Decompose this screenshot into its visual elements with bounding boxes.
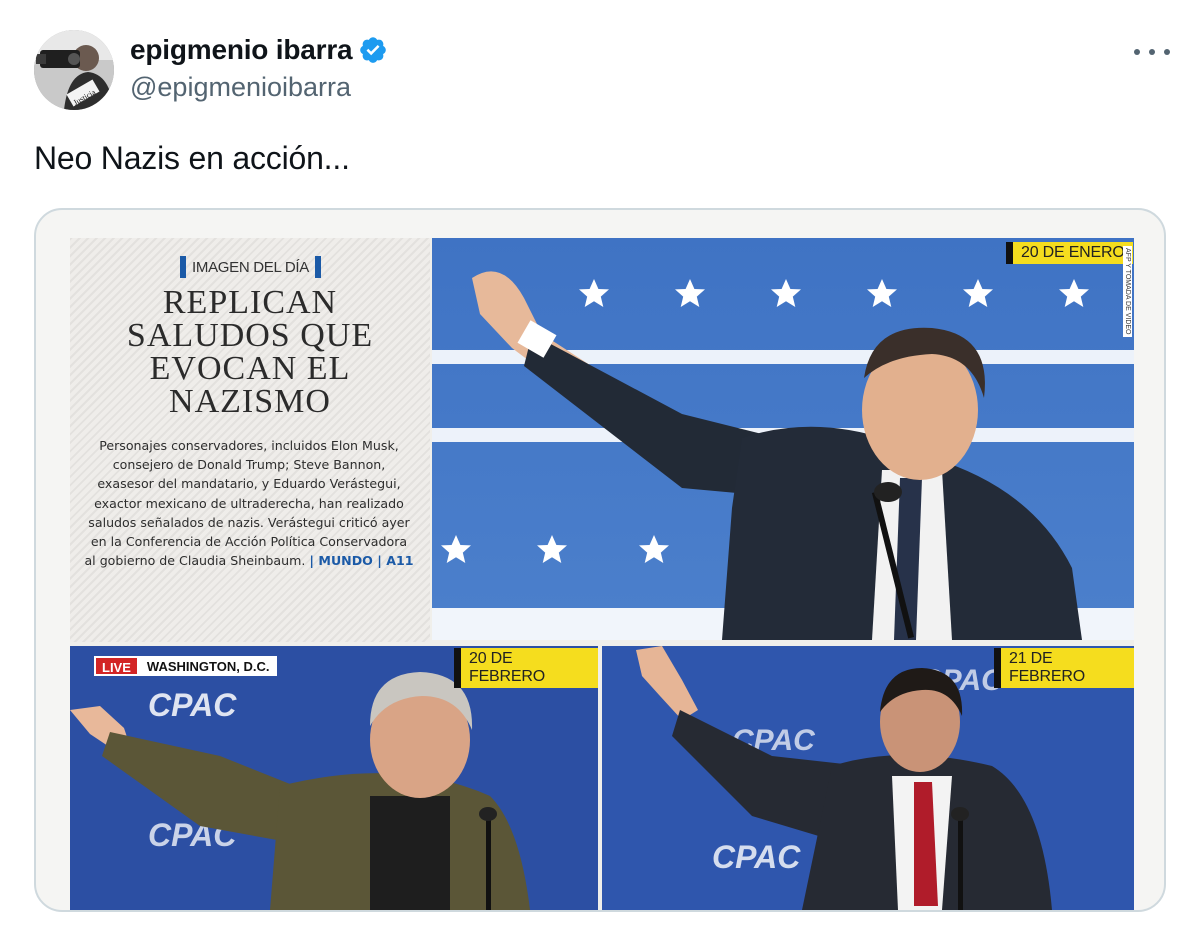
clipping-headline: REPLICAN SALUDOS QUE EVOCAN EL NAZISMO <box>80 284 420 420</box>
avatar-image: Justicia <box>34 30 114 110</box>
section-reference: | MUNDO | A11 <box>309 553 414 569</box>
handle[interactable]: @epigmenioibarra <box>130 72 388 103</box>
newspaper-clipping: IMAGEN DEL DÍA REPLICAN SALUDOS QUE EVOC… <box>70 238 1134 910</box>
photo-left: CPAC CPAC LIVE WASHINGTON, D.C. 20 DE FE… <box>70 646 598 910</box>
headline-line: EVOCAN EL <box>149 350 351 387</box>
photo-right: CPAC CPAC CPAC 21 DE FEBRERO <box>602 646 1134 910</box>
photo-credit: AFP Y TOMADA DE VIDEO <box>1123 246 1132 337</box>
photo-main-image <box>432 238 1134 640</box>
media-card[interactable]: IMAGEN DEL DÍA REPLICAN SALUDOS QUE EVOC… <box>34 208 1166 912</box>
cpac-logo-left: CPAC <box>148 687 237 723</box>
photo-right-date: 21 DE FEBRERO <box>994 648 1134 688</box>
live-badge: LIVE WASHINGTON, D.C. <box>94 656 278 676</box>
photo-left-date: 20 DE FEBRERO <box>454 648 598 688</box>
cpac-logo-right-3: CPAC <box>712 839 801 875</box>
clipping-text-panel: IMAGEN DEL DÍA REPLICAN SALUDOS QUE EVOC… <box>70 238 430 642</box>
tweet-text: Neo Nazis en acción... <box>34 140 350 176</box>
live-label: LIVE <box>94 656 139 676</box>
tweet-header: Justicia epigmenio ibarra @epigmenioibar… <box>34 30 1174 110</box>
summary-text: Personajes conservadores, incluidos Elon… <box>84 438 410 569</box>
headline-line: REPLICAN <box>162 284 338 321</box>
headline-line: NAZISMO <box>169 383 331 420</box>
avatar[interactable]: Justicia <box>34 30 114 110</box>
display-name[interactable]: epigmenio ibarra <box>130 34 353 66</box>
clipping-kicker: IMAGEN DEL DÍA <box>180 256 321 278</box>
photo-main-date: 20 DE ENERO <box>1006 242 1133 264</box>
display-name-row: epigmenio ibarra <box>130 32 388 68</box>
photo-main: 20 DE ENERO AFP Y TOMADA DE VIDEO <box>432 238 1134 640</box>
clipping-summary: Personajes conservadores, incluidos Elon… <box>84 436 414 570</box>
verified-badge-icon[interactable] <box>358 35 388 65</box>
live-location: WASHINGTON, D.C. <box>138 656 278 676</box>
more-options-icon[interactable] <box>1134 42 1170 62</box>
author-block: epigmenio ibarra @epigmenioibarra <box>130 32 388 103</box>
headline-line: SALUDOS QUE <box>126 317 374 354</box>
